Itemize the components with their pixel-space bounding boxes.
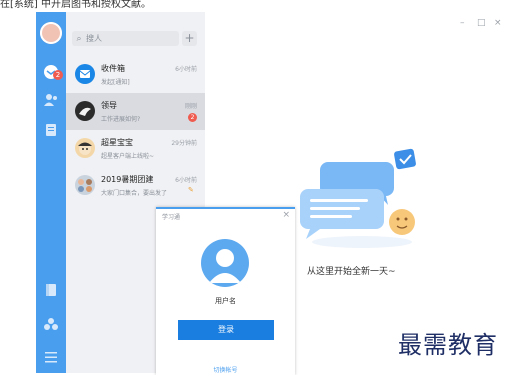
apps-icon[interactable] <box>43 316 59 332</box>
conversation-message: 超星客户端上线啦~ <box>101 153 155 160</box>
watermark-text: 最需教育 <box>398 331 498 359</box>
maximize-button[interactable]: □ <box>477 18 486 28</box>
conversation-time: 6小时前 <box>175 66 197 73</box>
list-item[interactable]: 超星宝宝 超星客户端上线啦~ 29分钟前 <box>66 130 205 167</box>
inbox-icon <box>75 64 95 84</box>
conversation-time: 刚刚 <box>184 103 197 110</box>
list-item[interactable]: 收件箱 发起[通知] 6小时前 <box>66 56 205 93</box>
unread-badge: 2 <box>188 113 197 122</box>
list-item[interactable]: 领导 工作进展如何? 刚刚 2 <box>66 93 205 130</box>
conversation-message: 工作进展如何? <box>101 116 141 123</box>
group-avatar <box>75 175 95 195</box>
minimize-button[interactable]: – <box>460 18 465 28</box>
conversation-name: 领导 <box>101 101 117 110</box>
chat-bubbles-illustration <box>300 148 416 248</box>
book-icon[interactable] <box>43 282 59 298</box>
dialog-close-button[interactable]: × <box>282 210 290 220</box>
conversation-name: 2019暑期团建 <box>101 175 154 184</box>
search-icon: ⌕ <box>76 33 82 44</box>
conversation-message: 发起[通知] <box>101 79 130 86</box>
pin-icon: ✎ <box>188 186 194 194</box>
conversation-name: 超星宝宝 <box>101 138 133 147</box>
dialog-title: 学习通 <box>162 214 181 221</box>
conversation-name: 收件箱 <box>101 64 125 73</box>
username-label: 用户名 <box>215 297 236 305</box>
search-placeholder: 搜人 <box>86 34 102 43</box>
list-item[interactable]: 2019暑期团建 大家门口集合，要出发了 6小时前 ✎ <box>66 167 205 204</box>
user-avatar[interactable] <box>40 22 62 44</box>
login-button[interactable]: 登录 <box>178 320 274 340</box>
login-dialog: 学习通 × 用户名 登录 切换帐号 <box>156 207 295 375</box>
conversation-time: 29分钟前 <box>171 140 197 147</box>
top-caption: 在[系统] 中开启图书和授权文献。 <box>0 0 151 10</box>
close-button[interactable]: × <box>494 18 502 28</box>
conversation-time: 6小时前 <box>175 177 197 184</box>
conversation-message: 大家门口集合，要出发了 <box>101 190 168 197</box>
avatar <box>75 138 95 158</box>
message-badge: 2 <box>53 70 63 80</box>
left-sidebar: 2 <box>36 12 66 373</box>
welcome-text: 从这里开始全新一天~ <box>307 267 396 277</box>
user-avatar-icon <box>201 239 249 287</box>
search-input[interactable]: ⌕ 搜人 <box>72 31 179 46</box>
avatar <box>75 101 95 121</box>
notes-icon[interactable] <box>43 122 59 138</box>
contacts-icon[interactable] <box>43 92 59 108</box>
menu-icon[interactable] <box>43 349 59 365</box>
add-button[interactable]: + <box>182 31 197 46</box>
